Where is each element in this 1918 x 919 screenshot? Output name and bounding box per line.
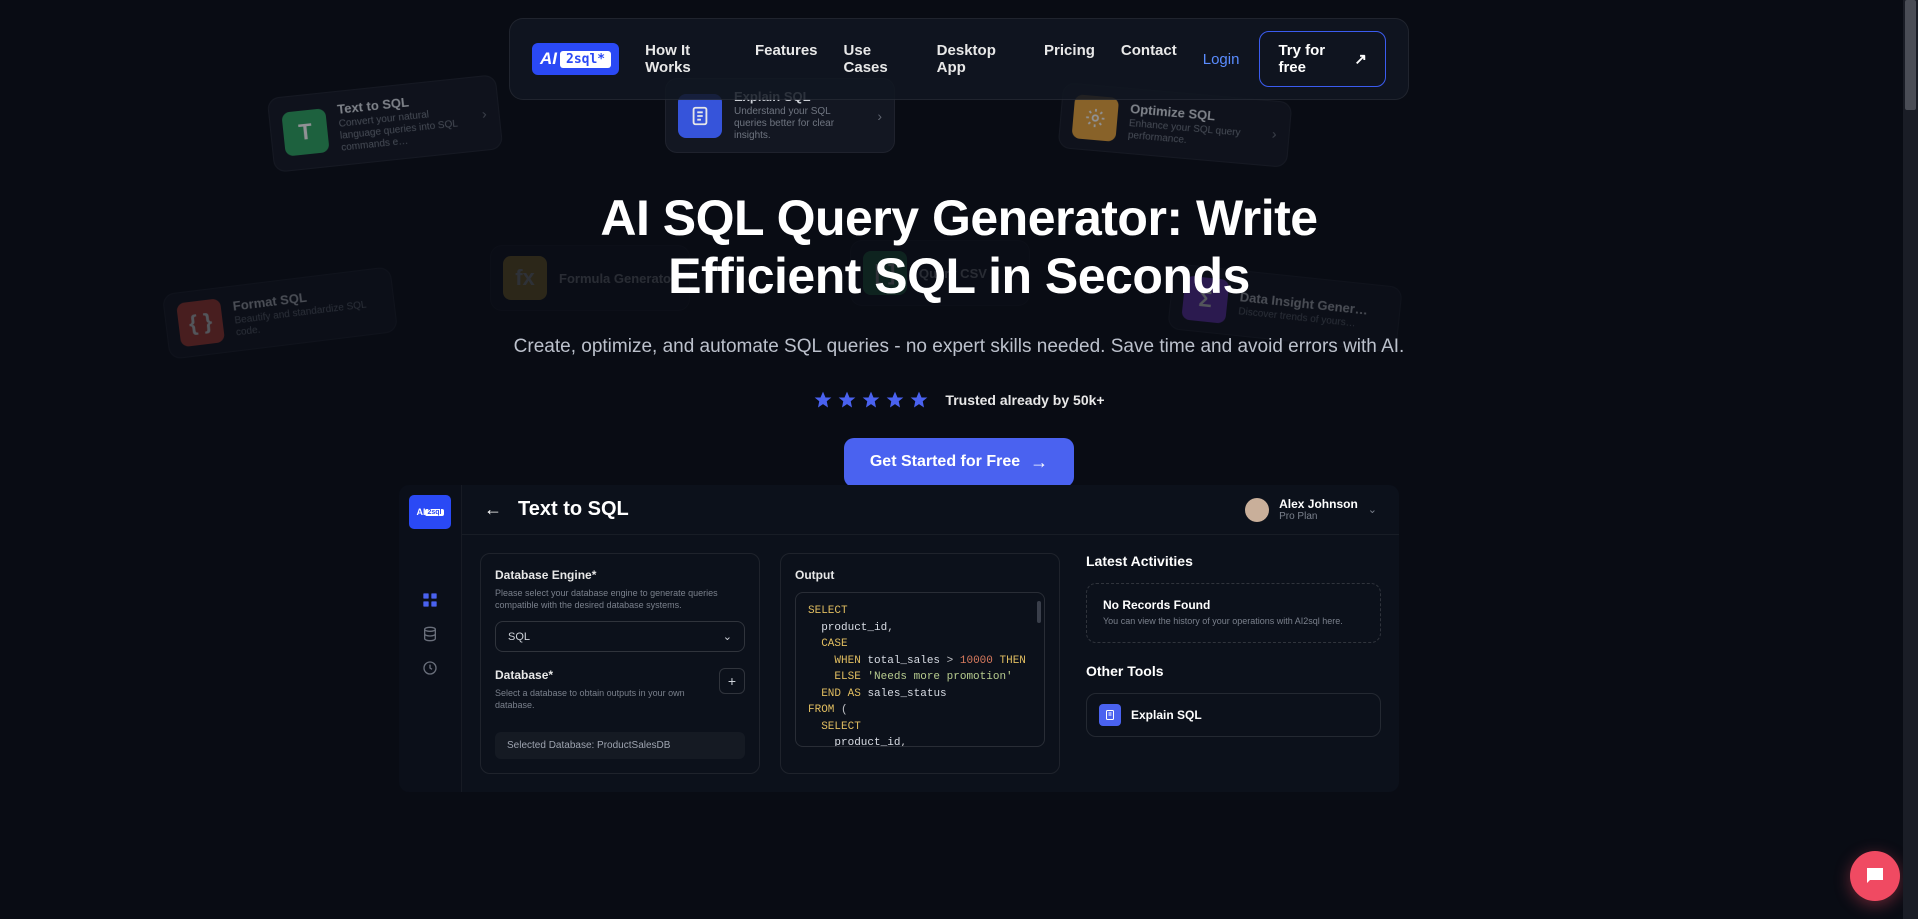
engine-hint: Please select your database engine to ge…: [495, 588, 745, 611]
nav-links: How It Works Features Use Cases Desktop …: [645, 42, 1177, 76]
output-code[interactable]: SELECT product_id, CASE WHEN total_sales…: [795, 592, 1045, 747]
nav-how-it-works[interactable]: How It Works: [645, 42, 729, 76]
db-hint: Select a database to obtain outputs in y…: [495, 688, 709, 711]
user-menu[interactable]: Alex Johnson Pro Plan ⌄: [1245, 497, 1377, 522]
try-label: Try for free: [1278, 42, 1346, 76]
nav-desktop-app[interactable]: Desktop App: [937, 42, 1018, 76]
arrow-right-icon: [1030, 452, 1048, 473]
avatar: [1245, 498, 1269, 522]
page-scrollbar[interactable]: [1903, 0, 1918, 919]
logo-sql: 2sql*: [560, 51, 611, 68]
app-title: Text to SQL: [518, 498, 629, 521]
cta-label: Get Started for Free: [870, 453, 1020, 471]
history-icon[interactable]: [421, 659, 439, 677]
chevron-right-icon: ›: [1271, 126, 1277, 142]
hero: AI SQL Query Generator: Write Efficient …: [509, 190, 1409, 487]
app-logo[interactable]: AI 2sql: [409, 495, 451, 529]
user-name: Alex Johnson: [1279, 497, 1358, 511]
engine-label: Database Engine*: [495, 568, 745, 582]
star-icon: [861, 390, 881, 410]
card-text-to-sql[interactable]: T Text to SQL Convert your natural langu…: [267, 74, 504, 173]
nav-features[interactable]: Features: [755, 42, 818, 76]
app-preview: AI 2sql ← Text to SQL Alex Johnson Pro P…: [399, 485, 1399, 792]
nav-use-cases[interactable]: Use Cases: [844, 42, 911, 76]
stars: [813, 390, 929, 410]
grid-icon[interactable]: [421, 591, 439, 609]
user-plan: Pro Plan: [1279, 511, 1358, 522]
app-sidebar: AI 2sql: [399, 485, 462, 792]
database-icon[interactable]: [421, 625, 439, 643]
rating-row: Trusted already by 50k+: [509, 390, 1409, 410]
tool-explain-sql[interactable]: Explain SQL: [1086, 693, 1381, 737]
engine-select[interactable]: SQL ⌄: [495, 621, 745, 652]
get-started-button[interactable]: Get Started for Free: [844, 438, 1074, 487]
app-body: Database Engine* Please select your data…: [462, 535, 1399, 792]
star-icon: [837, 390, 857, 410]
brackets-icon: { }: [176, 298, 225, 347]
chevron-down-icon: ⌄: [723, 630, 732, 643]
card-desc: Understand your SQL queries better for c…: [734, 106, 865, 142]
gear-icon: [1071, 94, 1119, 142]
trusted-text: Trusted already by 50k+: [945, 392, 1104, 408]
output-label: Output: [795, 568, 1045, 582]
card-format-sql[interactable]: { } Format SQL Beautify and standardize …: [162, 266, 398, 360]
panel-input: Database Engine* Please select your data…: [480, 553, 760, 774]
app-header: ← Text to SQL Alex Johnson Pro Plan ⌄: [462, 485, 1399, 535]
logo-ai: AI: [540, 49, 557, 69]
nav-pricing[interactable]: Pricing: [1044, 42, 1095, 76]
code-content: SELECT product_id, CASE WHEN total_sales…: [808, 603, 1032, 747]
chevron-right-icon: ›: [877, 108, 882, 124]
document-icon: [1099, 704, 1121, 726]
engine-value: SQL: [508, 631, 530, 643]
back-arrow-icon[interactable]: ←: [484, 499, 502, 520]
letter-t-icon: T: [281, 108, 329, 156]
try-for-free-button[interactable]: Try for free: [1259, 31, 1386, 87]
document-icon: [678, 94, 722, 138]
no-records-desc: You can view the history of your operati…: [1103, 616, 1364, 628]
chat-widget-button[interactable]: [1850, 851, 1900, 901]
tool-label: Explain SQL: [1131, 708, 1202, 722]
other-tools-title: Other Tools: [1086, 663, 1381, 679]
hero-subtitle: Create, optimize, and automate SQL queri…: [509, 333, 1409, 362]
nav-contact[interactable]: Contact: [1121, 42, 1177, 76]
panel-output: Output SELECT product_id, CASE WHEN tota…: [780, 553, 1060, 774]
logo[interactable]: AI 2sql*: [532, 43, 619, 75]
chevron-right-icon: ›: [481, 105, 487, 121]
scrollbar-thumb[interactable]: [1905, 0, 1916, 110]
no-records-box: No Records Found You can view the histor…: [1086, 583, 1381, 643]
add-database-button[interactable]: +: [719, 668, 745, 694]
hero-title: AI SQL Query Generator: Write Efficient …: [509, 190, 1409, 305]
no-records-title: No Records Found: [1103, 598, 1364, 612]
scrollbar-thumb[interactable]: [1037, 601, 1041, 623]
star-icon: [909, 390, 929, 410]
login-link[interactable]: Login: [1203, 51, 1240, 68]
arrow-up-right-icon: [1354, 50, 1367, 68]
latest-activities-title: Latest Activities: [1086, 553, 1381, 569]
navbar: AI 2sql* How It Works Features Use Cases…: [509, 18, 1409, 100]
star-icon: [885, 390, 905, 410]
db-label: Database*: [495, 668, 709, 682]
chevron-down-icon: ⌄: [1368, 503, 1377, 516]
panel-right: Latest Activities No Records Found You c…: [1080, 553, 1381, 774]
app-main: ← Text to SQL Alex Johnson Pro Plan ⌄ Da…: [462, 485, 1399, 792]
star-icon: [813, 390, 833, 410]
selected-database: Selected Database: ProductSalesDB: [495, 732, 745, 759]
nav-right: Login Try for free: [1203, 31, 1386, 87]
chat-icon: [1863, 864, 1887, 888]
